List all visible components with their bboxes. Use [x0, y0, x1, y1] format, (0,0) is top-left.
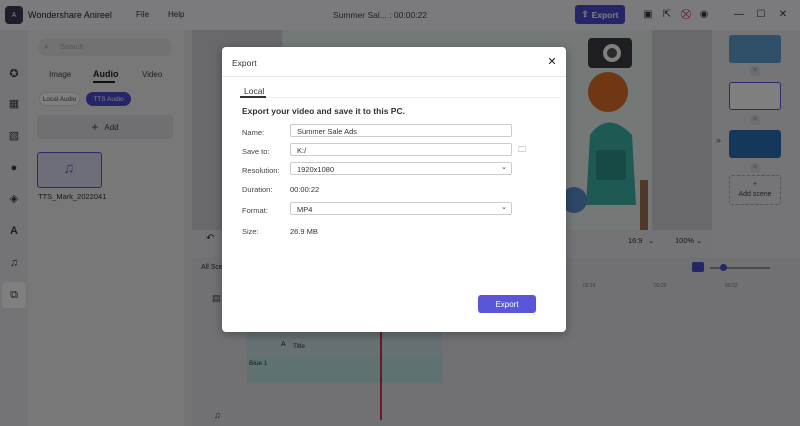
close-icon[interactable]: ✕	[546, 56, 558, 68]
dialog-title: Export	[232, 58, 257, 68]
size-label: Size:	[242, 227, 259, 236]
resolution-select[interactable]: 1920x1080	[290, 162, 512, 175]
save-to-field[interactable]: K:/	[290, 143, 512, 156]
chevron-down-icon: ⌄	[501, 164, 507, 171]
duration-label: Duration:	[242, 185, 273, 194]
dialog-heading: Export your video and save it to this PC…	[242, 106, 405, 116]
dialog-divider	[222, 76, 566, 77]
chevron-down-icon: ⌄	[501, 204, 507, 211]
tab-local[interactable]: Local	[244, 86, 264, 96]
export-dialog	[222, 47, 566, 332]
name-label: Name:	[242, 128, 265, 137]
save-to-label: Save to:	[242, 147, 270, 156]
export-button[interactable]: Export	[478, 295, 536, 313]
size-value: 26.9 MB	[290, 227, 318, 236]
tab-line	[240, 97, 560, 98]
resolution-label: Resolution:	[242, 166, 280, 175]
format-select[interactable]: MP4	[290, 202, 512, 215]
name-field[interactable]: Summer Sale Ads	[290, 124, 512, 137]
tab-local-underline	[240, 96, 266, 98]
format-label: Format:	[242, 206, 268, 215]
duration-value: 00:00:22	[290, 185, 320, 194]
folder-icon[interactable]: 🗀	[518, 145, 528, 155]
